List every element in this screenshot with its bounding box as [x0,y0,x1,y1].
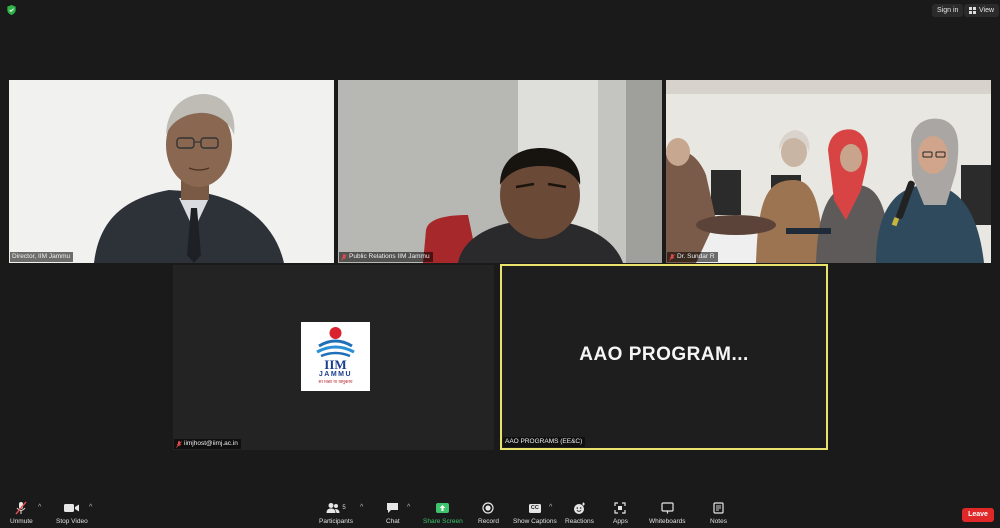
reactions-label: Reactions [565,518,594,525]
reactions-button[interactable]: Reactions [565,499,594,525]
participants-label: Participants [319,518,353,525]
sign-in-button[interactable]: Sign in [932,4,964,17]
show-captions-button[interactable]: CC Show Captions [513,499,557,525]
mic-muted-icon [15,501,27,515]
participants-options-caret-icon[interactable]: ^ [360,504,363,511]
chat-bubble-icon [387,503,399,513]
unmute-button[interactable]: Unmute [10,499,33,525]
chat-button[interactable]: Chat [386,499,400,525]
participant-name: Director, IIM Jammu [12,253,71,260]
video-tile-director[interactable]: Director, IIM Jammu [9,80,334,263]
record-icon [482,502,495,514]
logo-iim-text: IIM [324,357,347,372]
participant-name-tag: AAO PROGRAMS (EE&C) [503,437,586,447]
view-label: View [979,7,995,14]
notes-icon [713,502,724,514]
captions-options-caret-icon[interactable]: ^ [549,504,552,511]
grid-view-icon [969,7,976,14]
security-shield-icon[interactable] [7,5,16,15]
closed-captions-icon: CC [528,503,541,513]
share-screen-label: Share Screen [423,518,463,525]
chat-label: Chat [386,518,400,525]
audio-options-caret-icon[interactable]: ^ [38,504,41,511]
participants-count: 5 [342,505,346,511]
participant-name: iimjhost@iimj.ac.in [184,440,238,447]
participant-name: Public Relations IIM Jammu [349,253,430,260]
stop-video-button[interactable]: Stop Video [56,499,88,525]
participant-name: Dr. Sundar R [677,253,715,260]
participant-name: AAO PROGRAMS (EE&C) [505,438,583,445]
public-relations-video-feed [338,80,662,263]
video-tile-dr-sundar[interactable]: Dr. Sundar R [666,80,991,263]
participant-name-tag: Director, IIM Jammu [10,252,74,262]
participant-name-tag: iimjhost@iimj.ac.in [174,439,241,449]
video-options-caret-icon[interactable]: ^ [89,504,92,511]
stop-video-label: Stop Video [56,518,88,525]
whiteboards-label: Whiteboards [649,518,686,525]
video-camera-icon [63,504,79,512]
reactions-smiley-icon [573,502,585,514]
mic-muted-icon [176,440,182,448]
apps-button[interactable]: Apps [613,499,628,525]
participants-button[interactable]: 5 Participants [319,499,353,525]
whiteboards-button[interactable]: Whiteboards [649,499,686,525]
video-tile-public-relations[interactable]: Public Relations IIM Jammu [338,80,662,263]
record-label: Record [478,518,499,525]
chat-options-caret-icon[interactable]: ^ [407,504,410,511]
dr-sundar-video-feed [666,80,991,263]
director-video-feed [9,80,334,263]
leave-button[interactable]: Leave [962,508,994,522]
apps-label: Apps [613,518,628,525]
sign-in-label: Sign in [937,7,959,14]
mic-muted-icon [341,253,347,261]
mic-muted-icon [669,253,675,261]
video-tile-aao-programs[interactable]: AAO PROGRAM... AAO PROGRAMS (EE&C) [500,264,828,450]
notes-button[interactable]: Notes [710,499,727,525]
show-captions-label: Show Captions [513,518,557,525]
apps-icon [614,502,627,514]
video-tile-iimj-host[interactable]: IIM JAMMU सा विद्या या विमुक्तये iimjhos… [173,265,494,450]
view-button[interactable]: View [964,4,1000,17]
participant-name-tag: Dr. Sundar R [667,252,718,262]
notes-label: Notes [710,518,727,525]
share-screen-icon [436,503,450,513]
record-button[interactable]: Record [478,499,499,525]
participants-icon [326,503,340,513]
iim-jammu-logo: IIM JAMMU सा विद्या या विमुक्तये [301,322,370,391]
participant-display-name: AAO PROGRAM... [579,344,749,365]
top-bar: Sign in View [0,0,1000,20]
whiteboard-icon [661,502,674,514]
unmute-label: Unmute [10,518,33,525]
logo-jammu-text: JAMMU [318,371,353,378]
logo-motto-text: सा विद्या या विमुक्तये [318,380,353,385]
share-screen-button[interactable]: Share Screen [423,499,463,525]
meeting-toolbar: Unmute ^ Stop Video ^ 5 Participants ^ C… [0,497,1000,528]
participant-name-tag: Public Relations IIM Jammu [339,252,433,262]
